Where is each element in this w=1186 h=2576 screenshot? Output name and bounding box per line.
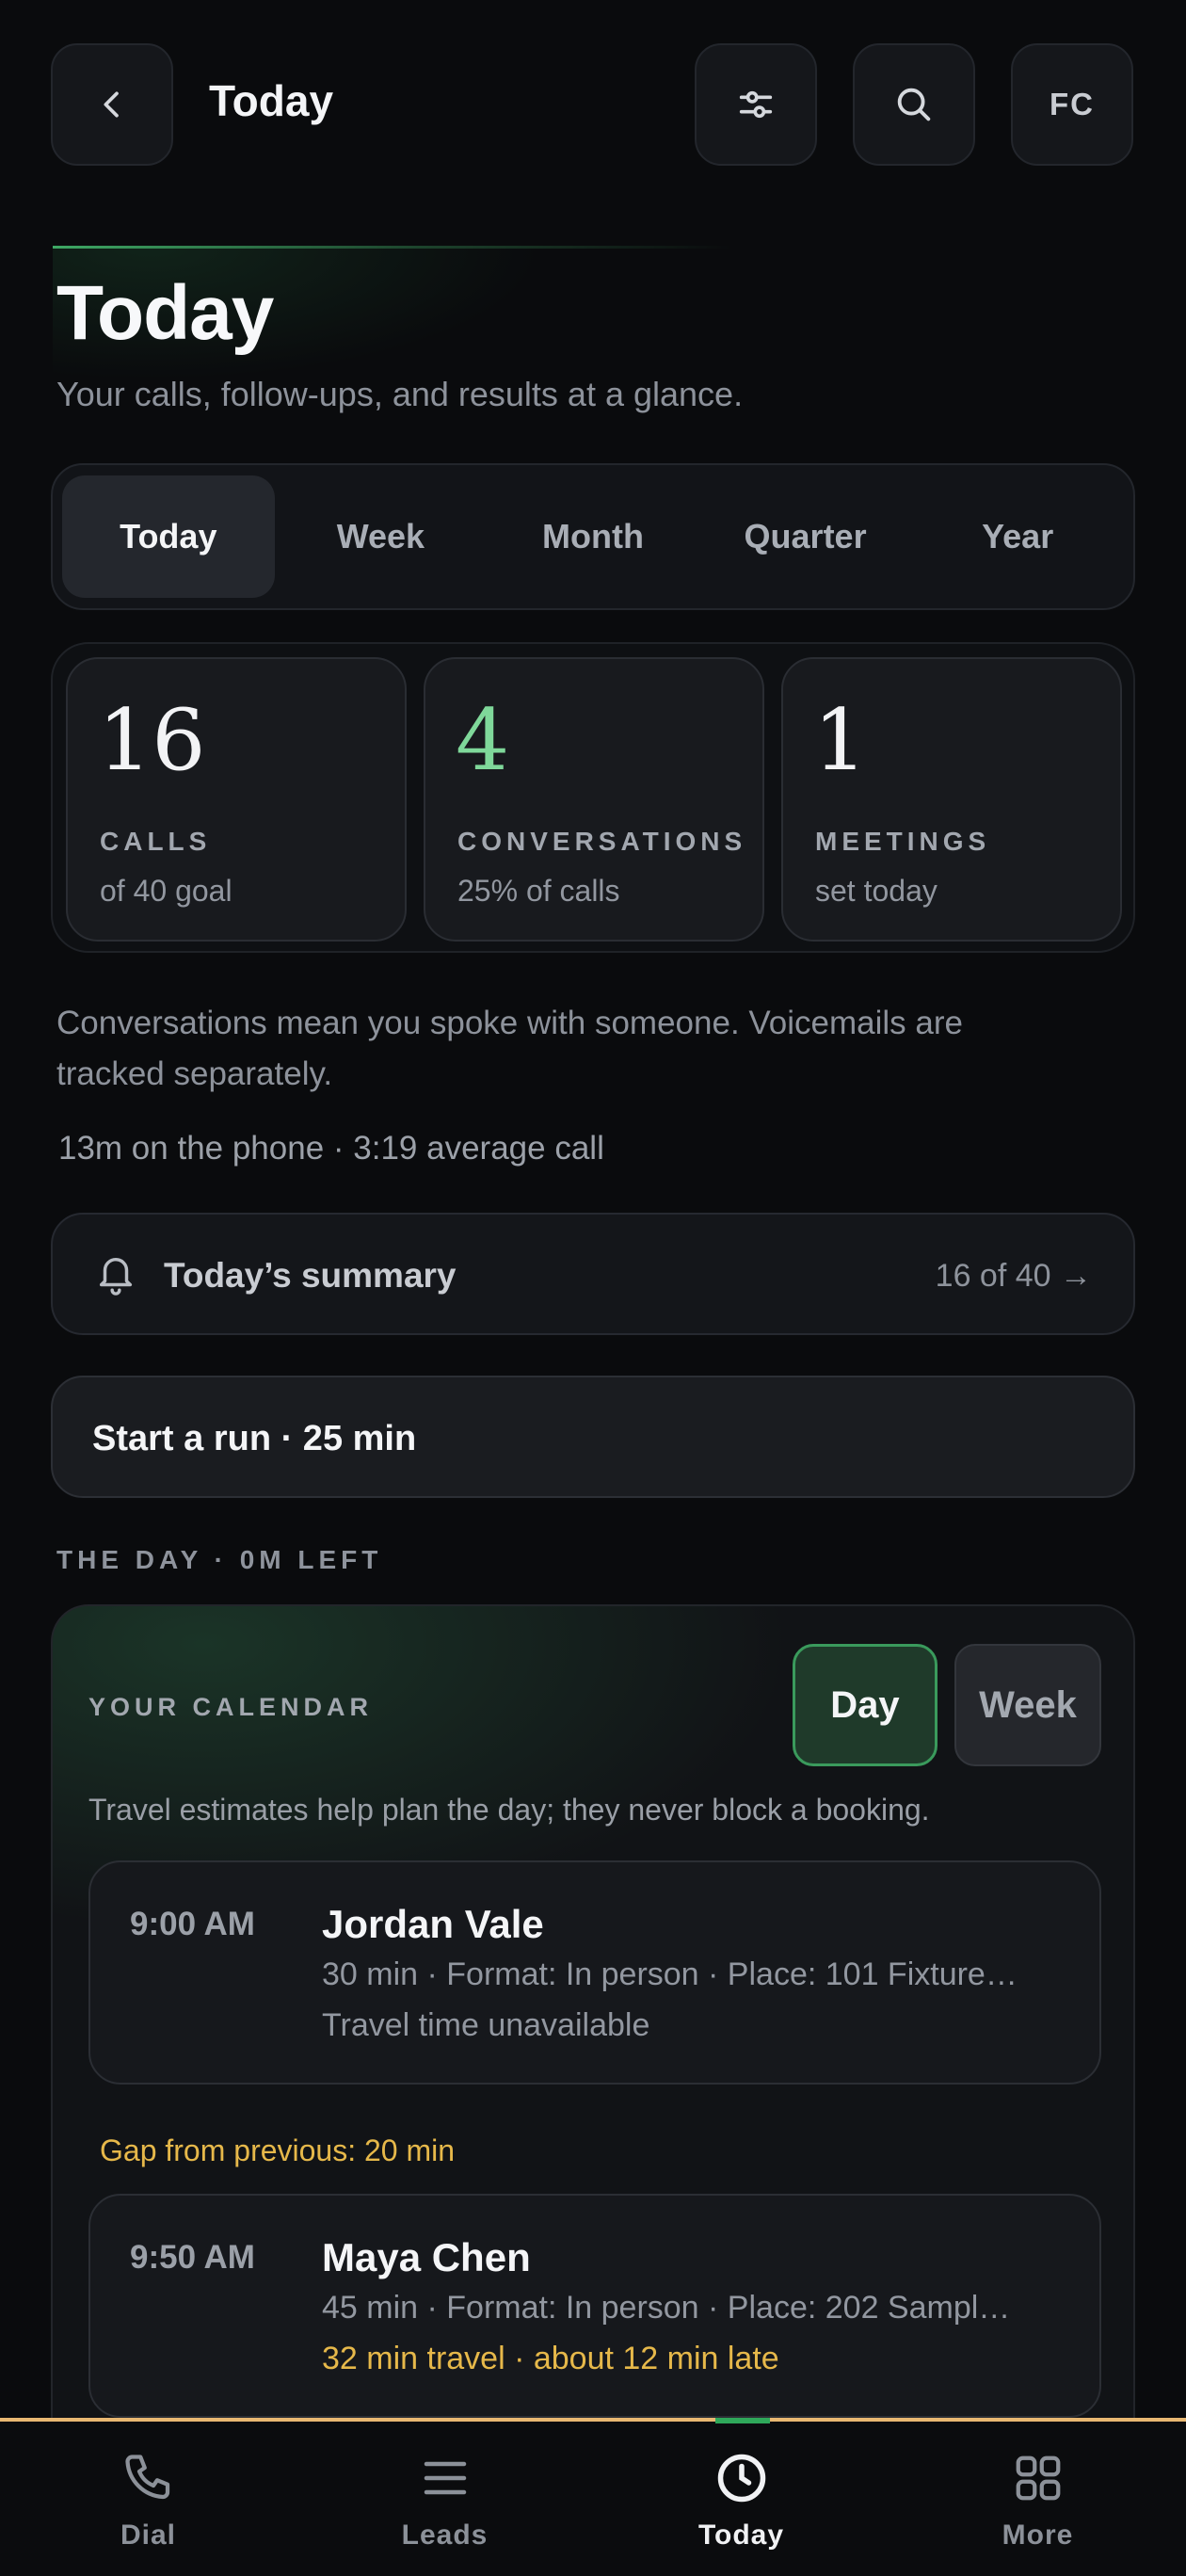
nav-leads-label: Leads: [401, 2520, 489, 2551]
avatar-initials: FC: [1050, 87, 1095, 121]
nav-today-label: Today: [697, 2520, 785, 2551]
avatar-button[interactable]: FC: [1011, 43, 1133, 166]
stat-conversations[interactable]: 4 CONVERSATIONS 25% of calls: [424, 657, 764, 942]
appointment-name: Jordan Vale: [322, 1902, 544, 1946]
nav-dial[interactable]: Dial: [0, 2422, 296, 2576]
tab-quarter[interactable]: Quarter: [699, 475, 912, 598]
stat-conversations-value: 4: [456, 691, 510, 790]
search-icon: [897, 88, 931, 121]
phone-icon: [125, 2455, 170, 2500]
chevron-left-icon: [104, 91, 119, 118]
calendar-view-week[interactable]: Week: [954, 1644, 1101, 1766]
phone-time-line: 13m on the phone · 3:19 average call: [58, 1130, 604, 1167]
filter-button[interactable]: [695, 43, 817, 166]
todays-summary-button[interactable]: Today’s summary 16 of 40 →: [51, 1213, 1135, 1335]
period-tabs: Today Week Month Quarter Year: [51, 463, 1135, 610]
calendar-view-day[interactable]: Day: [793, 1644, 938, 1766]
start-run-button[interactable]: Start a run · 25 min: [51, 1376, 1135, 1498]
start-run-label: Start a run · 25 min: [92, 1419, 417, 1458]
stat-conversations-sub: 25% of calls: [457, 874, 620, 908]
appointment-details: 45 min · Format: In person · Place: 202 …: [322, 2290, 1011, 2326]
page-subtitle: Your calls, follow-ups, and results at a…: [56, 375, 744, 413]
tab-year[interactable]: Year: [911, 475, 1124, 598]
appointment-card[interactable]: 9:50 AM Maya Chen 45 min · Format: In pe…: [88, 2194, 1101, 2418]
calendar-hint: Travel estimates help plan the day; they…: [88, 1793, 930, 1827]
accent-line: [53, 246, 730, 249]
appointment-time: 9:00 AM: [130, 1906, 255, 1942]
bottom-nav: Dial Leads Today More: [0, 2418, 1186, 2576]
stat-meetings-sub: set today: [815, 874, 938, 908]
stat-meetings-value: 1: [813, 691, 868, 790]
summary-progress: 16 of 40 →: [935, 1258, 1092, 1294]
appointment-time: 9:50 AM: [130, 2239, 255, 2276]
sliders-icon: [739, 90, 773, 119]
calendar-label: YOUR CALENDAR: [88, 1693, 374, 1721]
conversations-note: Conversations mean you spoke with someon…: [56, 1005, 963, 1092]
stat-calls-sub: of 40 goal: [100, 874, 232, 908]
nav-more[interactable]: More: [890, 2422, 1186, 2576]
day-section-label: THE DAY · 0M LEFT: [56, 1545, 383, 1574]
nav-today[interactable]: Today: [593, 2422, 890, 2576]
top-bar: Today FC: [0, 0, 1186, 207]
stats-panel: 16 CALLS of 40 goal 4 CONVERSATIONS 25% …: [51, 642, 1135, 953]
bell-icon: [99, 1258, 133, 1296]
page-title: Today: [56, 270, 274, 356]
search-button[interactable]: [853, 43, 975, 166]
nav-leads[interactable]: Leads: [296, 2422, 593, 2576]
today-screen: Today FC Today Your calls, follow-ups, a…: [0, 0, 1186, 2576]
summary-title: Today’s summary: [164, 1256, 457, 1295]
stat-calls-label: CALLS: [100, 827, 212, 856]
appointment-travel-warning: 32 min travel · about 12 min late: [322, 2341, 779, 2376]
appointment-travel: Travel time unavailable: [322, 2007, 650, 2043]
gap-notice: Gap from previous: 20 min: [100, 2133, 456, 2167]
nav-dial-label: Dial: [120, 2520, 177, 2551]
tab-week[interactable]: Week: [275, 475, 488, 598]
tab-today[interactable]: Today: [62, 475, 275, 598]
tab-month[interactable]: Month: [487, 475, 699, 598]
stat-calls[interactable]: 16 CALLS of 40 goal: [66, 657, 407, 942]
back-button[interactable]: [51, 43, 173, 166]
header-title: Today: [209, 76, 334, 125]
stat-conversations-label: CONVERSATIONS: [457, 827, 747, 856]
stat-calls-value: 16: [98, 691, 206, 790]
menu-icon: [424, 2461, 467, 2495]
appointment-name: Maya Chen: [322, 2235, 531, 2279]
stat-meetings-label: MEETINGS: [815, 827, 991, 856]
appointment-details: 30 min · Format: In person · Place: 101 …: [322, 1956, 1018, 1992]
grid-icon: [1016, 2455, 1061, 2501]
clock-icon: [717, 2454, 766, 2503]
nav-more-label: More: [1002, 2520, 1074, 2551]
stat-meetings[interactable]: 1 MEETINGS set today: [781, 657, 1122, 942]
appointment-card[interactable]: 9:00 AM Jordan Vale 30 min · Format: In …: [88, 1860, 1101, 2085]
